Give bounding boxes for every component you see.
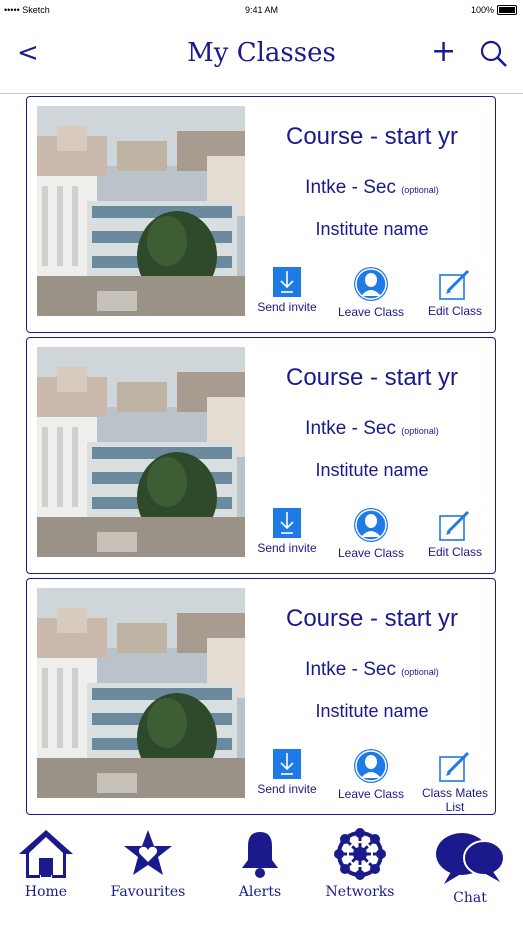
- send-invite-label: Send invite: [257, 541, 317, 555]
- bell-icon: [242, 832, 278, 878]
- tab-chat-label: Chat: [453, 890, 487, 906]
- home-icon: [19, 830, 73, 878]
- send-invite-label: Send invite: [257, 782, 317, 796]
- class-card[interactable]: Course - start yr Intke - Sec (optional) I…: [26, 96, 496, 333]
- optional-note: (optional): [401, 426, 439, 436]
- star-heart-icon: [124, 830, 172, 875]
- tab-favourites-label: Favourites: [110, 884, 186, 900]
- edit-class-button[interactable]: Edit Class: [417, 269, 493, 318]
- class-card[interactable]: Course - start yr Intke - Sec (optional) I…: [26, 578, 496, 815]
- course-title: Course - start yr: [285, 605, 459, 632]
- institute-name: Institute name: [315, 219, 429, 239]
- tab-networks[interactable]: Networks: [322, 828, 398, 900]
- leave-class-button[interactable]: Leave Class: [331, 748, 411, 801]
- search-icon[interactable]: [480, 40, 508, 68]
- status-time: 9:41 AM: [244, 5, 279, 15]
- tab-home[interactable]: Home: [16, 828, 76, 900]
- intake-label: Intke - Sec: [305, 177, 396, 198]
- optional-note: (optional): [401, 667, 439, 677]
- download-icon: [249, 508, 325, 538]
- edit-class-label: Edit Class: [427, 545, 483, 559]
- person-icon: [331, 748, 411, 784]
- edit-icon: [417, 751, 493, 783]
- tab-chat[interactable]: Chat: [430, 830, 510, 906]
- battery-percent: 100%: [470, 5, 494, 15]
- class-mates-list-button[interactable]: Class Mates List: [417, 751, 493, 814]
- institute-photo: [37, 588, 245, 798]
- send-invite-button[interactable]: Send invite: [249, 267, 325, 314]
- institute-photo: [37, 106, 245, 316]
- send-invite-label: Send invite: [257, 300, 317, 314]
- leave-class-label: Leave Class: [337, 305, 405, 319]
- send-invite-button[interactable]: Send invite: [249, 508, 325, 555]
- intake-section: Intke - Sec (optional): [247, 659, 497, 681]
- edit-class-button[interactable]: Edit Class: [417, 510, 493, 559]
- network-icon: [334, 828, 386, 880]
- institute-photo: [37, 347, 245, 557]
- course-title: Course - start yr: [285, 364, 459, 391]
- intake-label: Intke - Sec: [305, 418, 396, 439]
- person-icon: [331, 507, 411, 543]
- nav-bar: < My Classes +: [0, 20, 523, 94]
- edit-class-label: Edit Class: [427, 304, 483, 318]
- intake-section: Intke - Sec (optional): [247, 177, 497, 199]
- leave-class-label: Leave Class: [337, 546, 405, 560]
- person-icon: [331, 266, 411, 302]
- institute-name: Institute name: [315, 460, 429, 480]
- status-bar: ••••• Sketch 9:41 AM 100%: [0, 0, 523, 20]
- institute-name: Institute name: [315, 701, 429, 721]
- edit-icon: [417, 510, 493, 542]
- class-card[interactable]: Course - start yr Intke - Sec (optional) I…: [26, 337, 496, 574]
- intake-label: Intke - Sec: [305, 659, 396, 680]
- leave-class-button[interactable]: Leave Class: [331, 266, 411, 319]
- leave-class-label: Leave Class: [337, 787, 405, 801]
- tab-home-label: Home: [24, 884, 68, 900]
- tab-favourites[interactable]: Favourites: [110, 828, 186, 900]
- send-invite-button[interactable]: Send invite: [249, 749, 325, 796]
- tab-alerts[interactable]: Alerts: [230, 828, 290, 900]
- leave-class-button[interactable]: Leave Class: [331, 507, 411, 560]
- class-mates-list-label: Class Mates List: [421, 786, 489, 814]
- intake-section: Intke - Sec (optional): [247, 418, 497, 440]
- optional-note: (optional): [401, 185, 439, 195]
- course-title: Course - start yr: [285, 123, 459, 150]
- chat-bubbles-icon: [436, 833, 505, 884]
- download-icon: [249, 749, 325, 779]
- add-class-button[interactable]: +: [431, 34, 456, 69]
- tab-networks-label: Networks: [325, 884, 395, 900]
- edit-icon: [417, 269, 493, 301]
- battery-icon: [497, 5, 517, 15]
- tab-alerts-label: Alerts: [238, 884, 282, 900]
- download-icon: [249, 267, 325, 297]
